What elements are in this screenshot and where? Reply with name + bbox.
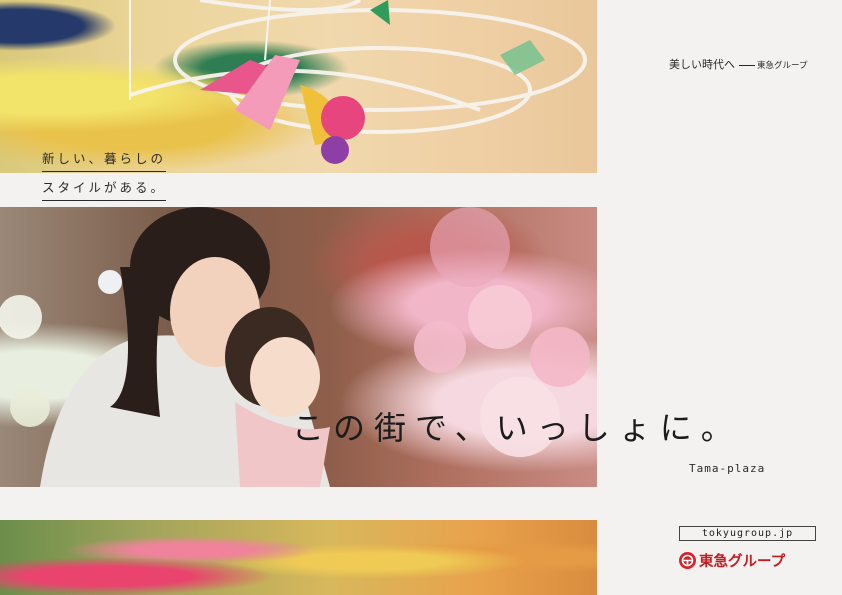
logo-text: 東急グループ xyxy=(699,554,786,570)
dash-divider xyxy=(739,64,755,66)
group-name: 東急グループ xyxy=(757,61,808,71)
tagline-line-2: スタイルがある。 xyxy=(42,177,167,201)
photo-flowers xyxy=(0,520,597,595)
headline-slogan: この街で、いっしょに。 xyxy=(292,409,742,447)
place-name: Tama-plaza xyxy=(689,462,766,475)
header-slogan: 美しい時代へ 東急グループ xyxy=(669,56,808,72)
tokyu-logo-icon xyxy=(679,552,696,569)
tagline-line-1: 新しい、暮らしの xyxy=(42,148,167,172)
slogan-text: 美しい時代へ xyxy=(669,58,735,71)
tokyu-group-logo: 東急グループ xyxy=(679,550,785,570)
website-url[interactable]: tokyugroup.jp xyxy=(679,526,816,541)
